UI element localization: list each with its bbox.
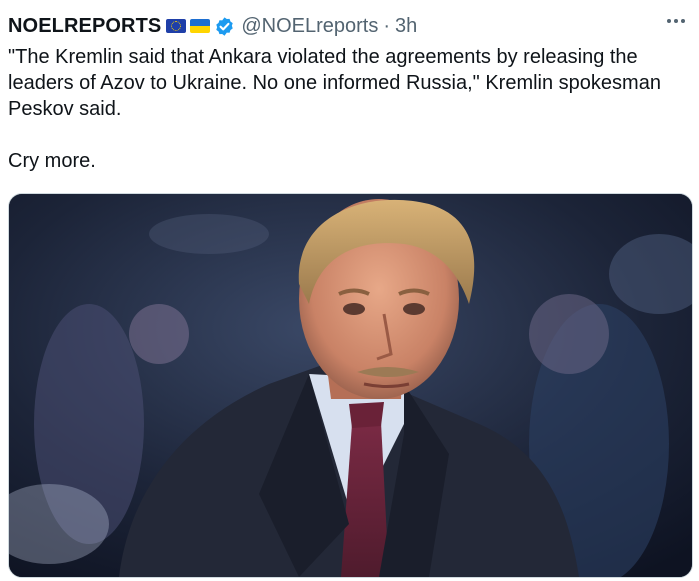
ukraine-flag-icon bbox=[190, 19, 211, 33]
tweet[interactable]: NOELREPORTS @NOELreports · 3h "The Kreml… bbox=[0, 0, 699, 581]
author-handle[interactable]: @NOELreports bbox=[241, 15, 378, 38]
tweet-photo[interactable] bbox=[8, 193, 693, 578]
header-separator: · bbox=[383, 14, 391, 37]
more-horizontal-icon[interactable] bbox=[665, 10, 687, 32]
verified-badge-icon[interactable] bbox=[214, 16, 235, 37]
photo-image bbox=[9, 194, 692, 577]
author-display-name[interactable]: NOELREPORTS bbox=[8, 15, 161, 38]
tweet-timestamp[interactable]: 3h bbox=[395, 15, 417, 38]
tweet-header: NOELREPORTS @NOELreports · 3h bbox=[8, 12, 687, 40]
tweet-text: "The Kremlin said that Ankara violated t… bbox=[8, 46, 661, 172]
eu-flag-icon bbox=[166, 19, 187, 33]
